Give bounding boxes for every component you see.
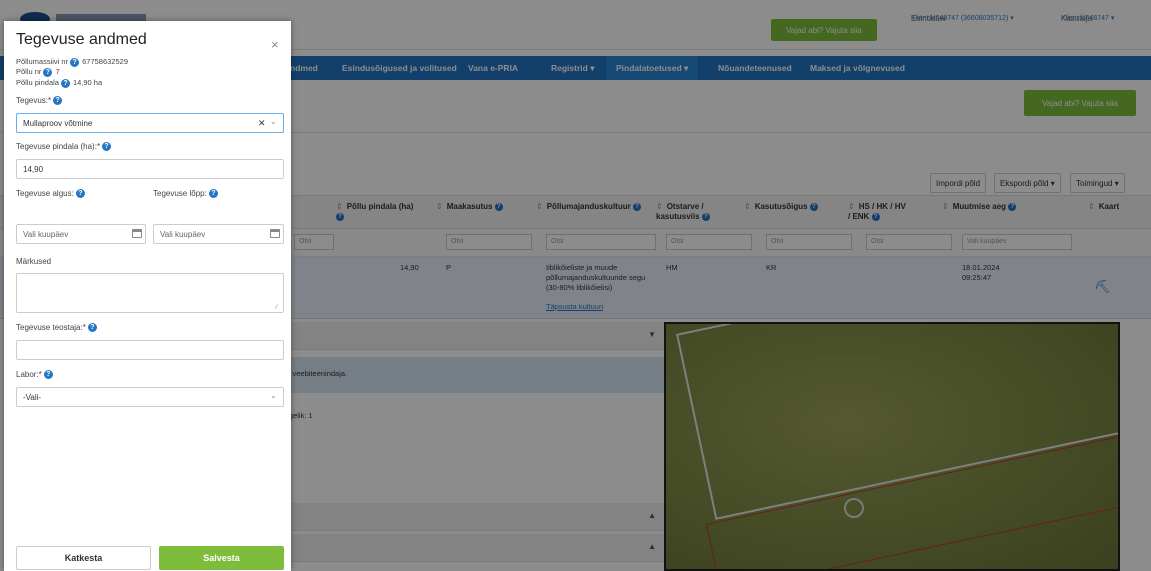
resize-handle-icon[interactable]: ∕	[276, 304, 277, 311]
help-icon[interactable]: ?	[43, 370, 53, 380]
end-date-input[interactable]	[153, 224, 284, 244]
lab-label: Labor:*?	[16, 370, 53, 380]
help-icon[interactable]: ?	[43, 67, 53, 77]
chevron-down-icon[interactable]: ⌄	[270, 117, 277, 126]
chevron-down-icon[interactable]: ⌄	[270, 391, 277, 400]
field-area: Põllu pindala? 14,90 ha	[16, 78, 103, 88]
performer-label: Tegevuse teostaja:*?	[16, 323, 97, 333]
lab-select[interactable]	[16, 387, 284, 407]
field-block-number: Põllumassiivi nr? 67758632529	[16, 57, 128, 67]
help-icon[interactable]: ?	[60, 78, 70, 88]
cancel-button[interactable]: Katkesta	[16, 546, 151, 570]
help-icon[interactable]: ?	[87, 323, 97, 333]
activity-area-label: Tegevuse pindala (ha):*?	[16, 142, 112, 152]
help-icon[interactable]: ?	[75, 189, 85, 199]
activity-select[interactable]	[16, 113, 284, 133]
notes-textarea[interactable]	[16, 273, 284, 313]
performer-input[interactable]	[16, 340, 284, 360]
help-icon[interactable]: ?	[102, 142, 112, 152]
save-button[interactable]: Salvesta	[159, 546, 284, 570]
help-icon[interactable]: ?	[208, 189, 218, 199]
activity-label: Tegevus:*?	[16, 96, 63, 106]
calendar-icon[interactable]	[270, 229, 280, 238]
modal-title: Tegevuse andmed	[16, 31, 147, 48]
activity-modal: Tegevuse andmed × Põllumassiivi nr? 67758…	[4, 21, 291, 571]
field-number: Põllu nr? 7	[16, 67, 60, 77]
activity-area-input[interactable]	[16, 159, 284, 179]
end-date-label: Tegevuse lõpp:?	[153, 189, 218, 199]
help-icon[interactable]: ?	[70, 57, 80, 67]
notes-label: Märkused	[16, 257, 52, 266]
calendar-icon[interactable]	[132, 229, 142, 238]
start-date-label: Tegevuse algus:?	[16, 189, 85, 199]
close-icon[interactable]: ×	[271, 37, 279, 52]
clear-icon[interactable]: ✕	[258, 118, 266, 129]
start-date-input[interactable]	[16, 224, 146, 244]
help-icon[interactable]: ?	[53, 96, 63, 106]
